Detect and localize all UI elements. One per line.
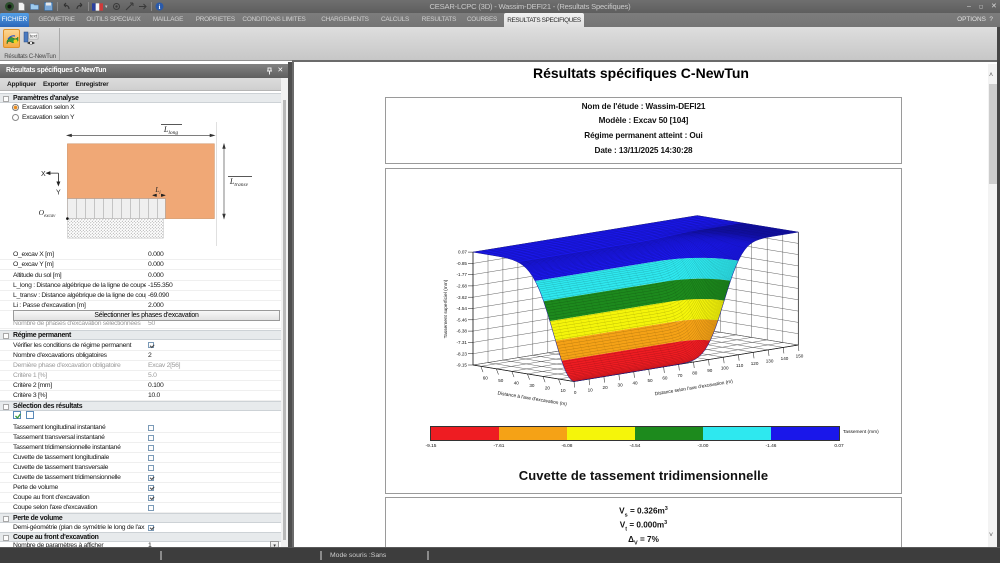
- svg-text:-0.85: -0.85: [457, 261, 468, 266]
- svg-text:100: 100: [721, 366, 729, 371]
- svg-text:150: 150: [796, 354, 804, 359]
- svg-text:40: 40: [632, 380, 638, 385]
- svg-text:Tassement superficiel (mm): Tassement superficiel (mm): [443, 279, 449, 338]
- svg-text:60: 60: [662, 375, 668, 380]
- svg-text:-9.15: -9.15: [457, 363, 468, 368]
- svg-text:Y: Y: [56, 190, 61, 197]
- svg-text:20: 20: [545, 385, 551, 390]
- svg-text:-2.68: -2.68: [457, 284, 468, 289]
- svg-text:0.07: 0.07: [458, 250, 467, 255]
- svg-text:140: 140: [781, 356, 789, 361]
- svg-text:Distance à l'axe d'excavation: Distance à l'axe d'excavation (m): [497, 390, 568, 407]
- svg-text:60: 60: [483, 375, 489, 380]
- svg-text:-3.62: -3.62: [457, 295, 468, 300]
- svg-text:130: 130: [766, 358, 774, 363]
- svg-text:X: X: [41, 171, 46, 178]
- svg-text:30: 30: [529, 383, 535, 388]
- svg-text:Oexcav: Oexcav: [39, 208, 57, 219]
- svg-text:70: 70: [677, 373, 683, 378]
- svg-text:10: 10: [560, 388, 566, 393]
- svg-text:30: 30: [618, 383, 624, 388]
- svg-text:0: 0: [574, 390, 577, 395]
- svg-text:110: 110: [736, 363, 744, 368]
- svg-text:10: 10: [588, 388, 594, 393]
- svg-text:-8.23: -8.23: [457, 351, 468, 356]
- svg-text:80: 80: [692, 371, 698, 376]
- svg-text:-6.38: -6.38: [457, 329, 468, 334]
- svg-text:90: 90: [707, 368, 713, 373]
- svg-text:Llong: Llong: [163, 125, 178, 136]
- svg-text:120: 120: [751, 361, 759, 366]
- svg-text:-5.46: -5.46: [457, 317, 468, 322]
- svg-text:Ltransv: Ltransv: [229, 177, 249, 188]
- svg-text:40: 40: [514, 380, 520, 385]
- svg-text:i: i: [159, 4, 161, 11]
- svg-text:50: 50: [647, 378, 653, 383]
- svg-text:Distance selon l'axe d'excavat: Distance selon l'axe d'excavation (m): [654, 379, 733, 398]
- svg-text:-4.54: -4.54: [457, 306, 468, 311]
- svg-text:-1.77: -1.77: [457, 272, 468, 277]
- svg-text:-7.31: -7.31: [457, 340, 468, 345]
- svg-text:50: 50: [498, 378, 504, 383]
- svg-text:20: 20: [603, 385, 609, 390]
